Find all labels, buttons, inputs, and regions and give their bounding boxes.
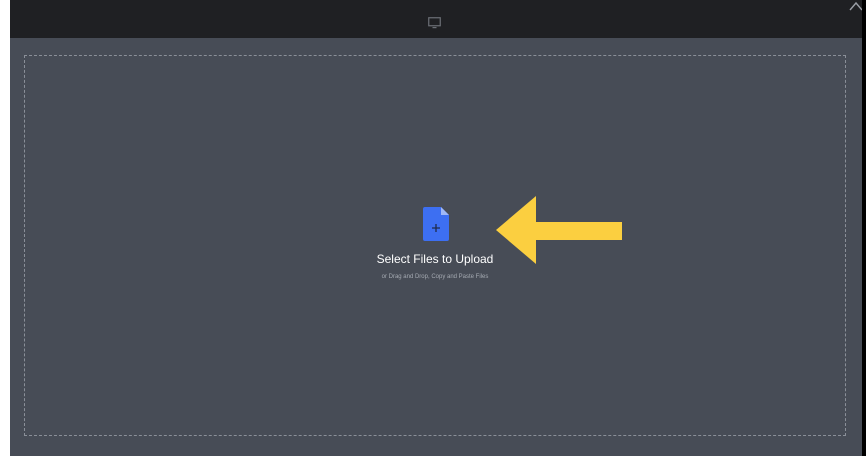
top-bar [10,0,862,38]
device-icon[interactable] [428,17,441,29]
arrow-left-icon [496,196,622,264]
right-edge [862,0,866,456]
upload-modal: Select Files to Upload or Drag and Drop,… [10,0,862,456]
upload-subtitle: or Drag and Drop, Copy and Paste Files [381,274,489,280]
file-add-icon[interactable] [423,207,449,241]
file-dropzone[interactable] [24,55,846,436]
